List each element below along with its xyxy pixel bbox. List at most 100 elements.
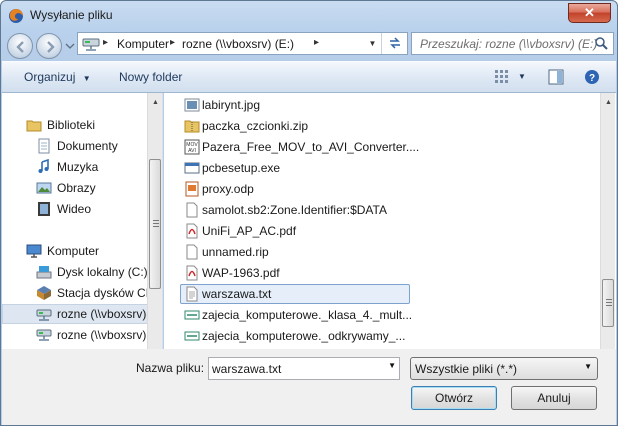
firefox-icon: [9, 9, 23, 23]
cancel-button[interactable]: Anuluj: [511, 386, 597, 410]
breadcrumb-drive[interactable]: rozne (\\vboxsrv) (E:): [182, 37, 294, 51]
scroll-thumb[interactable]: [149, 159, 161, 289]
exe-file-icon: [184, 162, 200, 174]
close-icon: ✕: [584, 5, 595, 20]
shortcut-file-icon: [184, 331, 200, 341]
file-item[interactable]: paczka_czcionki.zip: [180, 116, 410, 136]
file-name: warszawa.txt: [202, 287, 272, 301]
file-item[interactable]: pcbesetup.exe: [180, 158, 410, 178]
tree-item-music[interactable]: Muzyka: [2, 157, 148, 177]
tree-item-local-disk[interactable]: Dysk lokalny (C:): [2, 262, 148, 282]
file-item[interactable]: unnamed.rip: [180, 242, 410, 262]
file-item[interactable]: proxy.odp: [180, 179, 410, 199]
file-list-scrollbar[interactable]: ▲: [600, 93, 615, 349]
breadcrumb-separator[interactable]: ▸: [170, 37, 175, 48]
computer-icon: [26, 244, 42, 258]
refresh-button[interactable]: [381, 33, 407, 54]
close-button[interactable]: ✕: [568, 3, 611, 23]
music-icon: [38, 159, 49, 173]
recent-locations-dropdown-icon[interactable]: [65, 41, 75, 51]
tree-item-computer[interactable]: Komputer: [2, 241, 148, 261]
tree-item-label: Dysk lokalny (C:): [57, 265, 148, 279]
chevron-down-icon[interactable]: ▼: [388, 361, 396, 370]
library-icon: [26, 120, 42, 132]
back-button[interactable]: [7, 33, 33, 59]
local-disk-icon: [36, 266, 52, 279]
text-file-icon: [186, 286, 198, 302]
new-folder-button[interactable]: Nowy folder: [119, 70, 182, 84]
file-name-input[interactable]: [212, 360, 382, 377]
presentation-file-icon: [185, 181, 199, 197]
zip-file-icon: [184, 120, 200, 133]
tree-item-label: Biblioteki: [47, 118, 96, 132]
search-icon[interactable]: [594, 36, 609, 51]
tree-item-video[interactable]: Wideo: [2, 199, 148, 219]
image-file-icon: [184, 98, 200, 112]
file-name: paczka_czcionki.zip: [202, 119, 309, 133]
open-button[interactable]: Otwórz: [411, 386, 497, 410]
svg-text:AVI: AVI: [188, 148, 196, 154]
search-box[interactable]: Przeszukaj: rozne (\\vboxsrv) (E:): [411, 32, 614, 55]
file-name-combobox[interactable]: ▼: [208, 357, 400, 380]
chevron-down-icon: ▼: [518, 72, 526, 81]
scroll-thumb[interactable]: [602, 279, 614, 327]
organize-button[interactable]: Organizuj ▼: [24, 70, 91, 84]
file-name: WAP-1963.pdf: [202, 266, 280, 280]
search-input[interactable]: Przeszukaj: rozne (\\vboxsrv) (E:): [420, 37, 597, 51]
pdf-file-icon: [186, 223, 198, 239]
command-bar: Organizuj ▼ Nowy folder ▼ ?: [2, 61, 616, 93]
breadcrumb-computer[interactable]: Komputer: [117, 37, 169, 51]
tree-item-libraries[interactable]: Biblioteki: [2, 115, 148, 135]
tree-item-label: Muzyka: [57, 160, 99, 174]
cd-drive-icon: [37, 286, 51, 300]
file-name: zajecia_komputerowe._odkrywamy_...: [202, 329, 406, 343]
address-history-dropdown[interactable]: ▼: [364, 33, 380, 54]
tree-item-pictures[interactable]: Obrazy: [2, 178, 148, 198]
network-drive-icon: [36, 329, 52, 341]
view-grid-icon[interactable]: [494, 69, 510, 85]
file-item[interactable]: labirynt.jpg: [180, 95, 410, 115]
file-name: zajecia_komputerowe._klasa_4._mult...: [202, 308, 413, 322]
arrow-left-icon: [16, 41, 24, 53]
tree-item-cd-drive[interactable]: Stacja dysków CD: [2, 283, 148, 303]
preview-pane-icon[interactable]: [548, 69, 564, 85]
scroll-up-icon[interactable]: ▲: [148, 95, 162, 110]
organize-label: Organizuj: [24, 70, 76, 84]
shortcut-file-icon: [184, 310, 200, 320]
title-bar: Wysyłanie pliku ✕: [1, 1, 617, 31]
file-item[interactable]: zajecia_komputerowe._klasa_4._mult...: [180, 305, 413, 325]
breadcrumb-separator[interactable]: ▸: [103, 37, 108, 48]
file-item[interactable]: samolot.sb2:Zone.Identifier:$DATA: [180, 200, 410, 220]
file-item-selected[interactable]: warszawa.txt: [180, 284, 410, 304]
file-name-label: Nazwa pliku:: [136, 361, 205, 375]
tree-item-label: rozne (\\vboxsrv): [57, 328, 147, 342]
file-name: Pazera_Free_MOV_to_AVI_Converter....: [202, 140, 420, 154]
tree-item-network-drive[interactable]: rozne (\\vboxsrv): [2, 325, 148, 345]
file-list[interactable]: labirynt.jpg paczka_czcionki.zip MOV AVI …: [164, 93, 616, 349]
file-name: samolot.sb2:Zone.Identifier:$DATA: [202, 203, 387, 217]
tree-item-label: Wideo: [57, 202, 92, 216]
video-app-icon: MOVAVI: [184, 139, 200, 155]
navigation-scrollbar[interactable]: ▲: [147, 93, 162, 349]
help-icon[interactable]: ?: [584, 69, 600, 85]
network-drive-icon: [36, 309, 52, 321]
tree-item-documents[interactable]: Dokumenty: [2, 136, 148, 156]
file-name: pcbesetup.exe: [202, 161, 281, 175]
scroll-up-icon[interactable]: ▲: [601, 95, 616, 110]
tree-item-label: Dokumenty: [57, 139, 118, 153]
file-item[interactable]: zajecia_komputerowe._odkrywamy_...: [180, 326, 410, 346]
network-drive-icon: [82, 38, 100, 51]
breadcrumb-separator[interactable]: ▸: [314, 37, 319, 48]
file-item[interactable]: UniFi_AP_AC.pdf: [180, 221, 410, 241]
view-options-dropdown[interactable]: ▼: [518, 72, 526, 81]
file-type-select[interactable]: Wszystkie pliki (*.*) ▼: [410, 357, 598, 380]
forward-button[interactable]: [36, 33, 62, 59]
address-bar[interactable]: ▸ Komputer ▸ rozne (\\vboxsrv) (E:) ▸ ▼: [77, 32, 408, 55]
file-item[interactable]: MOV AVI Pazera_Free_MOV_to_AVI_Converter.…: [180, 137, 419, 157]
chevron-down-icon: ▼: [82, 74, 91, 83]
file-name: unnamed.rip: [202, 245, 269, 259]
arrow-right-icon: [47, 41, 55, 53]
file-item[interactable]: WAP-1963.pdf: [180, 263, 410, 283]
tree-item-network-drive-selected[interactable]: rozne (\\vboxsrv): [2, 304, 148, 324]
navigation-pane[interactable]: Biblioteki Dokumenty Muzyka Obrazy Wideo…: [2, 93, 163, 349]
